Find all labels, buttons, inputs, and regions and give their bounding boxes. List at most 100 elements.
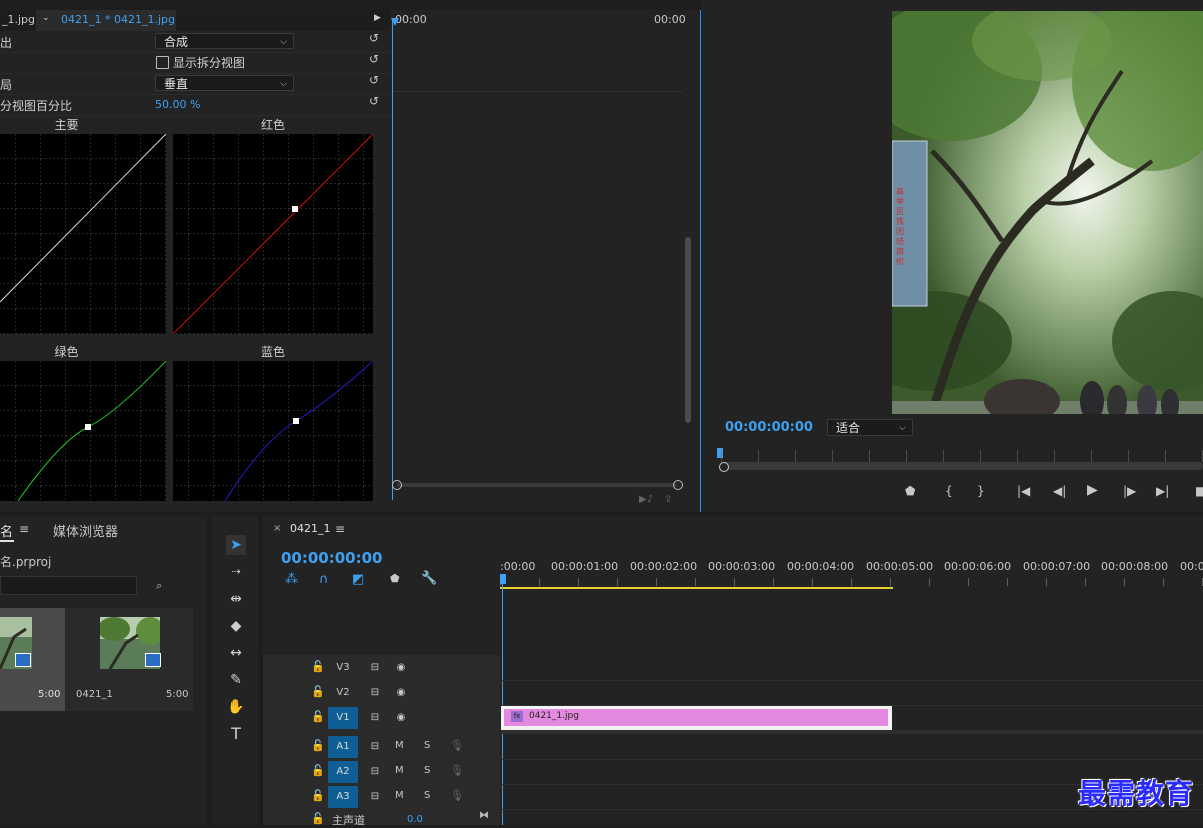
- mark-out-icon[interactable]: }: [977, 484, 985, 498]
- sync-lock-icon[interactable]: ⊟: [360, 786, 390, 808]
- play-icon[interactable]: ▶: [1087, 482, 1098, 498]
- scroll-handle-right[interactable]: [673, 480, 683, 490]
- time-ruler[interactable]: :00:00 00:00:01:00 00:00:02:00 00:00:03:…: [500, 556, 1203, 590]
- split-view-checkbox[interactable]: [156, 56, 169, 69]
- track-target-v3[interactable]: V3: [328, 657, 358, 679]
- curve-title-master: 主要: [54, 118, 79, 132]
- pen-tool-icon[interactable]: ✎: [226, 670, 246, 690]
- project-tab[interactable]: 名: [0, 521, 13, 540]
- panel-menu-icon[interactable]: ≡: [19, 522, 29, 536]
- hand-tool-icon[interactable]: ✋: [226, 697, 246, 717]
- lock-icon[interactable]: 🔓: [311, 660, 325, 673]
- in-out-icon[interactable]: ⧓: [479, 810, 489, 821]
- add-marker-icon[interactable]: ⬟: [905, 484, 915, 498]
- split-percent-value[interactable]: 50.00 %: [155, 98, 200, 111]
- step-back-icon[interactable]: ◀|: [1053, 484, 1066, 498]
- reset-icon[interactable]: ↺: [369, 94, 379, 108]
- solo-button[interactable]: S: [424, 790, 430, 801]
- horizontal-scrollbar[interactable]: [397, 483, 677, 487]
- video-clip[interactable]: fx 0421_1.jpg: [501, 706, 892, 730]
- linked-selection-icon[interactable]: ◩: [352, 572, 364, 587]
- scroll-handle-left[interactable]: [392, 480, 402, 490]
- wrench-icon[interactable]: 🔧: [421, 571, 437, 586]
- fx-badge-icon[interactable]: fx: [511, 711, 523, 722]
- slip-tool-icon[interactable]: ↔: [226, 643, 246, 663]
- lock-icon[interactable]: 🔓: [311, 764, 325, 777]
- mute-button[interactable]: M: [395, 765, 404, 776]
- lift-icon[interactable]: ■: [1195, 484, 1203, 498]
- find-icon[interactable]: ⌕: [156, 579, 162, 593]
- scrollbar-handle[interactable]: [719, 462, 729, 472]
- project-item[interactable]: 0421_1 5:00: [65, 608, 193, 711]
- project-item-selected[interactable]: 5:00: [0, 608, 65, 711]
- eye-icon[interactable]: ◉: [386, 682, 416, 704]
- mute-button[interactable]: M: [395, 740, 404, 751]
- reset-icon[interactable]: ↺: [369, 73, 379, 87]
- lock-icon[interactable]: 🔓: [311, 710, 325, 723]
- track-header-a3: 🔓 A3 ⊟ M S 🎙: [263, 785, 500, 809]
- curve-title-green: 绿色: [54, 345, 79, 359]
- master-volume-value[interactable]: 0.0: [407, 814, 423, 825]
- search-input[interactable]: [0, 576, 137, 595]
- nest-icon[interactable]: ⁂: [285, 572, 298, 587]
- chevron-down-icon[interactable]: ⌄: [42, 13, 50, 23]
- zoom-dropdown[interactable]: 适合 ⌵: [827, 419, 913, 436]
- sequence-icon: [145, 653, 161, 667]
- add-marker-icon[interactable]: ⬟: [390, 572, 400, 585]
- razor-tool-icon[interactable]: ◆: [226, 616, 246, 636]
- playhead-marker[interactable]: [500, 574, 506, 584]
- lock-icon[interactable]: 🔓: [311, 739, 325, 752]
- snap-icon[interactable]: ∩: [319, 572, 329, 587]
- reset-icon[interactable]: ↺: [369, 52, 379, 66]
- tab-sequence-clip[interactable]: 0421_1 * 0421_1.jpg: [61, 13, 175, 26]
- program-timecode[interactable]: 00:00:00:00: [725, 420, 813, 435]
- track-target-a1[interactable]: A1: [328, 736, 358, 758]
- play-only-icon[interactable]: ▶: [374, 13, 381, 23]
- sequence-timecode[interactable]: 00:00:00:00: [281, 549, 383, 567]
- mark-in-icon[interactable]: {: [945, 484, 953, 498]
- reset-icon[interactable]: ↺: [369, 31, 379, 45]
- ripple-edit-tool-icon[interactable]: ⇹: [226, 589, 246, 609]
- track-target-v1[interactable]: V1: [328, 707, 358, 729]
- vertical-scrollbar[interactable]: [685, 237, 691, 423]
- track-select-tool-icon[interactable]: ⇢: [226, 562, 246, 582]
- track-target-a3[interactable]: A3: [328, 786, 358, 808]
- output-dropdown[interactable]: 合成 ⌵: [155, 33, 294, 49]
- mic-icon[interactable]: 🎙: [450, 739, 464, 752]
- time-ruler[interactable]: [721, 450, 1203, 462]
- work-area-bar[interactable]: [500, 587, 893, 589]
- eye-icon[interactable]: ◉: [386, 657, 416, 679]
- go-to-in-icon[interactable]: |◀: [1017, 484, 1030, 498]
- solo-button[interactable]: S: [424, 765, 430, 776]
- green-curve-graph[interactable]: [0, 361, 166, 501]
- master-label: 主声道: [332, 814, 365, 827]
- red-curve-graph[interactable]: [173, 134, 373, 334]
- selection-tool-icon[interactable]: ➤: [226, 535, 246, 555]
- eye-icon[interactable]: ◉: [386, 707, 416, 729]
- blue-curve-graph[interactable]: [173, 361, 373, 501]
- type-tool-icon[interactable]: T: [226, 724, 246, 744]
- track-target-v2[interactable]: V2: [328, 682, 358, 704]
- play-audio-icon[interactable]: ▶♪: [639, 494, 653, 505]
- export-icon[interactable]: ⇪: [664, 494, 672, 505]
- master-curve-graph[interactable]: [0, 134, 166, 334]
- lock-icon[interactable]: 🔓: [311, 685, 325, 698]
- solo-button[interactable]: S: [424, 740, 430, 751]
- mic-icon[interactable]: 🎙: [450, 764, 464, 777]
- panel-menu-icon[interactable]: ≡: [335, 522, 345, 536]
- zoom-scrollbar[interactable]: [721, 462, 1203, 470]
- mic-icon[interactable]: 🎙: [450, 789, 464, 802]
- lock-icon[interactable]: 🔓: [311, 789, 325, 802]
- go-to-out-icon[interactable]: ▶|: [1156, 484, 1169, 498]
- track-target-a2[interactable]: A2: [328, 761, 358, 783]
- sync-lock-icon[interactable]: ⊟: [360, 736, 390, 758]
- close-icon[interactable]: ×: [273, 523, 281, 534]
- media-browser-tab[interactable]: 媒体浏览器: [53, 521, 118, 540]
- step-forward-icon[interactable]: |▶: [1123, 484, 1136, 498]
- sequence-tab[interactable]: 0421_1: [290, 522, 331, 535]
- lock-icon[interactable]: 🔓: [311, 812, 325, 825]
- layout-dropdown[interactable]: 垂直 ⌵: [155, 75, 294, 91]
- sync-lock-icon[interactable]: ⊟: [360, 761, 390, 783]
- tab-source[interactable]: _1.jpg: [2, 13, 35, 26]
- mute-button[interactable]: M: [395, 790, 404, 801]
